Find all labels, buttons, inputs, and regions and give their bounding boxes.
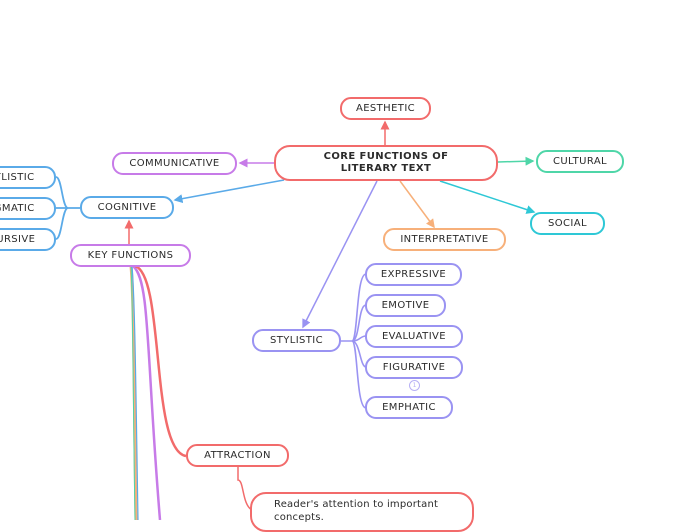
link-root-cognitive bbox=[173, 179, 285, 204]
node-label: AESTHETIC bbox=[355, 103, 416, 114]
badge-count: 1 bbox=[412, 382, 417, 389]
node-cultural[interactable]: CULTURAL bbox=[536, 150, 624, 173]
node-label: EMPHATIC bbox=[382, 402, 436, 413]
node-label: FIGURATIVE bbox=[382, 362, 446, 373]
node-label: EMOTIVE bbox=[381, 300, 430, 311]
node-communicative[interactable]: COMMUNICATIVE bbox=[112, 152, 237, 175]
node-cognitive[interactable]: COGNITIVE bbox=[80, 196, 174, 219]
node-label: STYLISTIC bbox=[269, 335, 324, 346]
node-key-functions[interactable]: KEY FUNCTIONS bbox=[70, 244, 191, 267]
node-label: ATTRACTION bbox=[204, 450, 271, 461]
link-root-social bbox=[439, 180, 536, 214]
node-label: CULTURAL bbox=[552, 156, 608, 167]
link-stylistic-children bbox=[341, 273, 367, 409]
node-label: KEY FUNCTIONS bbox=[87, 250, 174, 261]
node-interpretative[interactable]: INTERPRETATIVE bbox=[383, 228, 506, 251]
root-label: CORE FUNCTIONS OF LITERARY TEXT bbox=[323, 151, 449, 174]
node-cognitive-stylistic[interactable]: STYLISTIC bbox=[0, 166, 56, 189]
root-node[interactable]: CORE FUNCTIONS OF LITERARY TEXT bbox=[274, 145, 498, 181]
node-emphatic[interactable]: EMPHATIC bbox=[365, 396, 453, 419]
note-text: Reader's attention to important concepts… bbox=[274, 499, 439, 523]
node-aesthetic[interactable]: AESTHETIC bbox=[340, 97, 431, 120]
node-stylistic[interactable]: STYLISTIC bbox=[252, 329, 341, 352]
node-expressive[interactable]: EXPRESSIVE bbox=[365, 263, 462, 286]
node-discursive[interactable]: DISCURSIVE bbox=[0, 228, 56, 251]
node-emotive[interactable]: EMOTIVE bbox=[365, 294, 446, 317]
node-attraction-note[interactable]: Reader's attention to important concepts… bbox=[250, 492, 474, 532]
node-label: INTERPRETATIVE bbox=[400, 234, 489, 245]
node-label: EVALUATIVE bbox=[381, 331, 447, 342]
link-cognitive-children bbox=[55, 176, 80, 240]
node-evaluative[interactable]: EVALUATIVE bbox=[365, 325, 463, 348]
node-figurative[interactable]: FIGURATIVE bbox=[365, 356, 463, 379]
node-social[interactable]: SOCIAL bbox=[530, 212, 605, 235]
node-label: COGNITIVE bbox=[97, 202, 157, 213]
node-label: STYLISTIC bbox=[0, 172, 35, 183]
link-root-cultural bbox=[497, 156, 535, 166]
node-pragmatic[interactable]: PRAGMATIC bbox=[0, 197, 56, 220]
link-root-interpretative bbox=[399, 180, 435, 229]
node-label: SOCIAL bbox=[548, 218, 587, 229]
collapsed-count-badge[interactable]: 1 bbox=[409, 380, 420, 391]
node-label: PRAGMATIC bbox=[0, 203, 35, 214]
node-label: DISCURSIVE bbox=[0, 234, 36, 245]
node-label: EXPRESSIVE bbox=[380, 269, 447, 280]
node-attraction[interactable]: ATTRACTION bbox=[186, 444, 289, 467]
node-label: COMMUNICATIVE bbox=[129, 158, 220, 169]
